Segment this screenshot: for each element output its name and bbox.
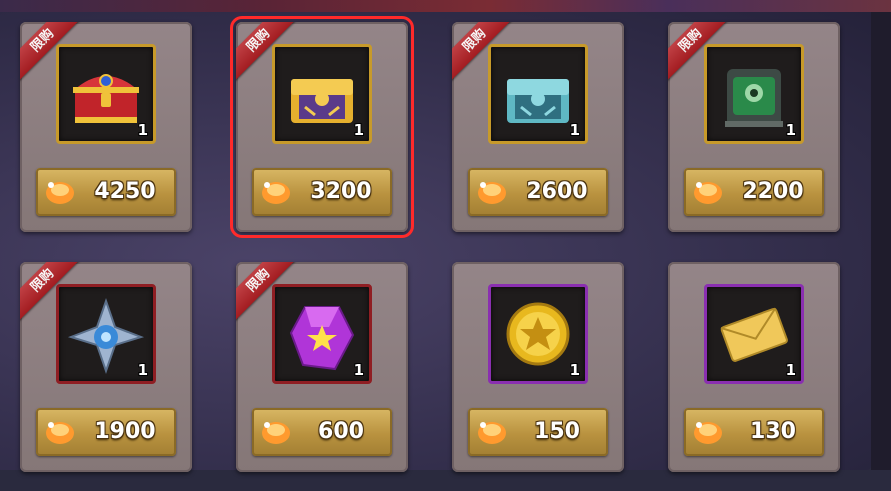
shop-item-purple-crystal[interactable]: 限购 1 600	[236, 262, 408, 472]
item-quantity: 1	[137, 361, 148, 379]
currency-icon	[694, 422, 722, 444]
item-icon-frame: 1	[56, 44, 156, 144]
item-icon-frame: 1	[56, 284, 156, 384]
buy-button[interactable]: 150	[468, 408, 608, 456]
price-label: 150	[534, 419, 580, 444]
shop-item-blue-shuriken[interactable]: 限购 1 1900	[20, 262, 192, 472]
price-label: 130	[750, 419, 796, 444]
item-quantity: 1	[137, 121, 148, 139]
price-label: 4250	[94, 179, 156, 204]
price-label: 3200	[310, 179, 372, 204]
panel-edge	[871, 12, 891, 470]
item-icon-frame: 1	[704, 44, 804, 144]
shop-item-gold-envelope[interactable]: 1 130	[668, 262, 840, 472]
buy-button[interactable]: 2600	[468, 168, 608, 216]
price-label: 2600	[526, 179, 588, 204]
item-icon-frame: 1	[272, 44, 372, 144]
buy-button[interactable]: 4250	[36, 168, 176, 216]
item-quantity: 1	[569, 121, 580, 139]
currency-icon	[46, 182, 74, 204]
item-quantity: 1	[569, 361, 580, 379]
currency-icon	[262, 182, 290, 204]
price-label: 1900	[94, 419, 156, 444]
buy-button[interactable]: 600	[252, 408, 392, 456]
currency-icon	[46, 422, 74, 444]
currency-icon	[262, 422, 290, 444]
shop-item-green-mech-chest[interactable]: 限购 1 2200	[668, 22, 840, 232]
item-quantity: 1	[353, 121, 364, 139]
item-quantity: 1	[785, 361, 796, 379]
shop-item-gold-purple-chest[interactable]: 限购 1 3200	[230, 16, 414, 238]
currency-icon	[478, 422, 506, 444]
shop-item-gold-star-coin[interactable]: 1 150	[452, 262, 624, 472]
shop-item-teal-chest[interactable]: 限购 1 2600	[452, 22, 624, 232]
item-icon-frame: 1	[704, 284, 804, 384]
item-quantity: 1	[353, 361, 364, 379]
currency-icon	[694, 182, 722, 204]
shop-item-red-chest[interactable]: 限购 1 4250	[20, 22, 192, 232]
price-label: 600	[318, 419, 364, 444]
buy-button[interactable]: 1900	[36, 408, 176, 456]
item-icon-frame: 1	[488, 284, 588, 384]
price-label: 2200	[742, 179, 804, 204]
buy-button[interactable]: 2200	[684, 168, 824, 216]
item-icon-frame: 1	[272, 284, 372, 384]
item-quantity: 1	[785, 121, 796, 139]
buy-button[interactable]: 130	[684, 408, 824, 456]
currency-icon	[478, 182, 506, 204]
item-icon-frame: 1	[488, 44, 588, 144]
buy-button[interactable]: 3200	[252, 168, 392, 216]
